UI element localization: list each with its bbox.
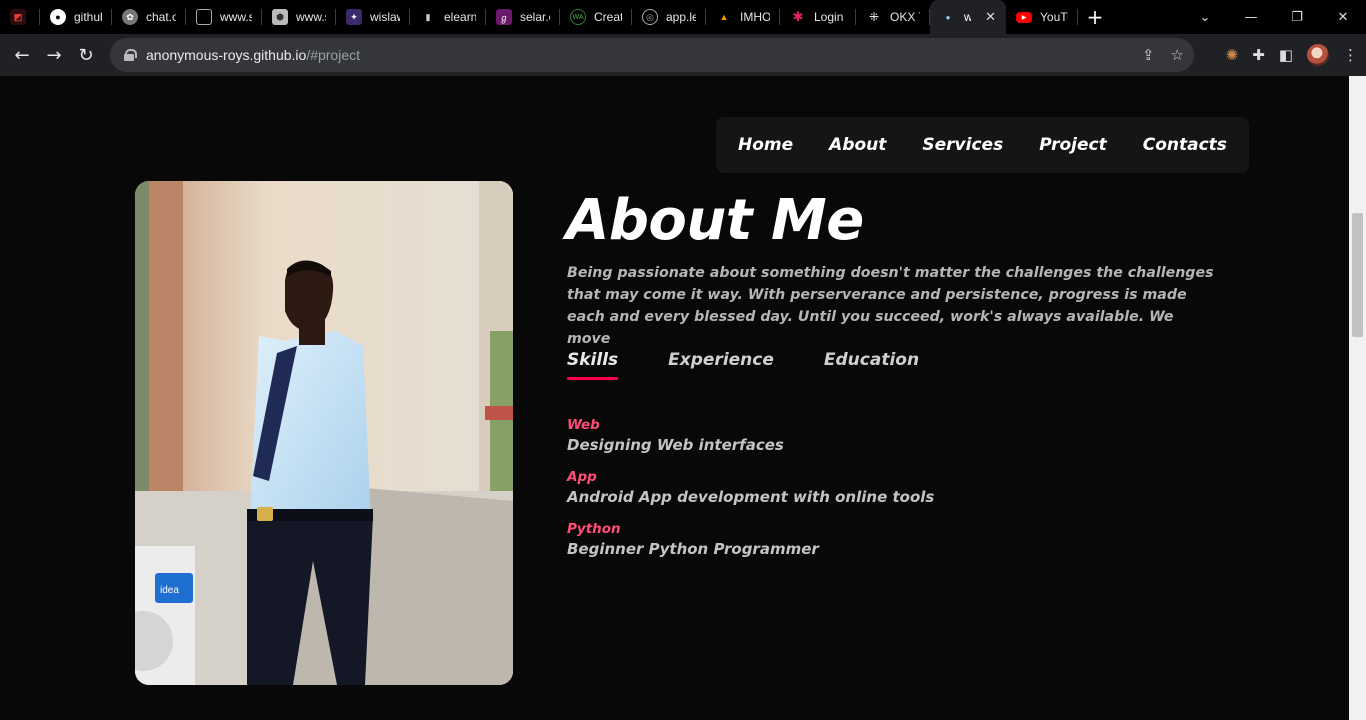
app-icon: ◎ — [642, 9, 658, 25]
address-bar[interactable]: anonymous-roys.github.io/#project ⇪ ☆ — [110, 38, 1194, 72]
nav-about[interactable]: About — [829, 135, 886, 155]
nav-services[interactable]: Services — [922, 135, 1003, 155]
wa-icon: WA — [570, 9, 586, 25]
browser-tab[interactable]: ✿ chat.o — [112, 0, 186, 34]
new-tab-button[interactable]: + — [1078, 5, 1112, 29]
side-panel-icon[interactable]: ◧ — [1279, 46, 1293, 64]
tab-label: ww — [964, 10, 972, 24]
nav-project[interactable]: Project — [1039, 135, 1107, 155]
profile-avatar[interactable] — [1307, 44, 1329, 66]
cube-icon: ⬢ — [272, 9, 288, 25]
browser-tab[interactable]: ▶ YouTu — [1006, 0, 1078, 34]
skill-name: Python — [567, 521, 621, 537]
browser-tab-strip: ◩ ● github ✿ chat.o www.s ⬢ www.s ✦ wisl… — [0, 0, 1366, 34]
browser-tab[interactable]: ▮ elearn — [410, 0, 486, 34]
wislaw-icon: ✦ — [346, 9, 362, 25]
slack-icon: ✱ — [792, 9, 804, 24]
lock-icon[interactable] — [124, 49, 137, 61]
reload-button[interactable]: ↻ — [70, 45, 102, 66]
page-icon — [196, 9, 212, 25]
tab-label: wislaw — [370, 10, 400, 24]
pdf-icon: ◩ — [10, 9, 26, 25]
tab-label: OKX Tr — [890, 10, 920, 24]
youtube-icon: ▶ — [1016, 11, 1032, 23]
okx-icon: ⁜ — [868, 10, 880, 24]
minimize-button[interactable]: — — [1228, 10, 1274, 25]
about-title: About Me — [566, 188, 864, 253]
skill-description: Beginner Python Programmer — [567, 540, 819, 558]
url-host: anonymous-roys.github.io — [146, 47, 307, 63]
browser-tab[interactable]: ✦ wislaw — [336, 0, 410, 34]
tab-label: Create — [594, 10, 622, 24]
tab-label: selar.c — [520, 10, 550, 24]
svg-text:idea: idea — [160, 585, 179, 596]
browser-tab[interactable]: ◎ app.le — [632, 0, 706, 34]
cookie-extension-icon[interactable]: ✺ — [1226, 46, 1239, 64]
tab-label: app.le — [666, 10, 696, 24]
bookmark-star-icon[interactable]: ☆ — [1171, 46, 1184, 64]
tab-label: Login — [814, 10, 844, 24]
list-item: Web Designing Web interfaces — [567, 416, 934, 456]
about-tabs: Skills Experience Education — [567, 350, 919, 380]
browser-tab[interactable]: ● github — [40, 0, 112, 34]
nav-home[interactable]: Home — [738, 135, 793, 155]
scrollbar-thumb[interactable] — [1352, 213, 1363, 337]
tab-label: IMHO — [740, 10, 770, 24]
close-tab-icon[interactable]: ✕ — [985, 9, 996, 25]
browser-tab[interactable]: ▲ IMHO — [706, 0, 780, 34]
doc-icon: ▮ — [425, 11, 431, 22]
tab-label: www.s — [220, 10, 252, 24]
tab-label: elearn — [444, 10, 476, 24]
profile-photo: idea — [135, 181, 513, 685]
tab-label: github — [74, 10, 102, 24]
selar-icon: ℊ — [496, 9, 512, 25]
tab-search-icon[interactable]: ⌄ — [1182, 10, 1228, 25]
page-viewport: Home About Services Project Contacts ide… — [0, 76, 1366, 720]
url-path: /#project — [306, 47, 361, 63]
restore-button[interactable]: ❐ — [1274, 10, 1320, 25]
extensions-puzzle-icon[interactable]: ✚ — [1252, 46, 1265, 64]
close-window-button[interactable]: ✕ — [1320, 10, 1366, 25]
window-controls: ⌄ — ❐ ✕ — [1182, 0, 1366, 34]
tab-label: YouTu — [1040, 10, 1068, 24]
tab-label: chat.o — [146, 10, 176, 24]
flame-icon: ▲ — [719, 12, 729, 22]
tab-label: www.s — [296, 10, 326, 24]
skill-name: App — [567, 469, 597, 485]
browser-tab[interactable]: www.s — [186, 0, 262, 34]
menu-kebab-icon[interactable]: ⋮ — [1343, 46, 1358, 64]
browser-tab[interactable]: ✱ Login — [780, 0, 856, 34]
list-item: App Android App development with online … — [567, 468, 934, 508]
forward-button[interactable]: → — [38, 45, 70, 66]
browser-tab[interactable]: ℊ selar.c — [486, 0, 560, 34]
browser-tab[interactable]: ⬢ www.s — [262, 0, 336, 34]
person-icon: ● — [945, 12, 951, 22]
browser-tab-active[interactable]: ● ww ✕ — [930, 0, 1006, 34]
tab-experience[interactable]: Experience — [668, 350, 774, 380]
page-scrollbar[interactable] — [1349, 76, 1366, 720]
about-description: Being passionate about something doesn't… — [567, 265, 1214, 347]
skills-list: Web Designing Web interfaces App Android… — [567, 416, 934, 572]
list-item: Python Beginner Python Programmer — [567, 520, 934, 560]
skill-name: Web — [567, 417, 600, 433]
browser-tab[interactable]: WA Create — [560, 0, 632, 34]
browser-toolbar: ← → ↻ anonymous-roys.github.io/#project … — [0, 34, 1366, 76]
skill-description: Designing Web interfaces — [567, 436, 784, 454]
github-icon: ● — [50, 9, 66, 25]
back-button[interactable]: ← — [6, 45, 38, 66]
share-icon[interactable]: ⇪ — [1142, 46, 1155, 64]
skill-description: Android App development with online tool… — [567, 488, 935, 506]
nav-contacts[interactable]: Contacts — [1143, 135, 1227, 155]
chatgpt-icon: ✿ — [122, 9, 138, 25]
tab-skills[interactable]: Skills — [567, 350, 619, 380]
site-nav: Home About Services Project Contacts — [716, 117, 1249, 173]
browser-tab[interactable]: ⁜ OKX Tr — [856, 0, 930, 34]
browser-tab[interactable]: ◩ — [0, 0, 40, 34]
tab-education[interactable]: Education — [824, 350, 919, 380]
